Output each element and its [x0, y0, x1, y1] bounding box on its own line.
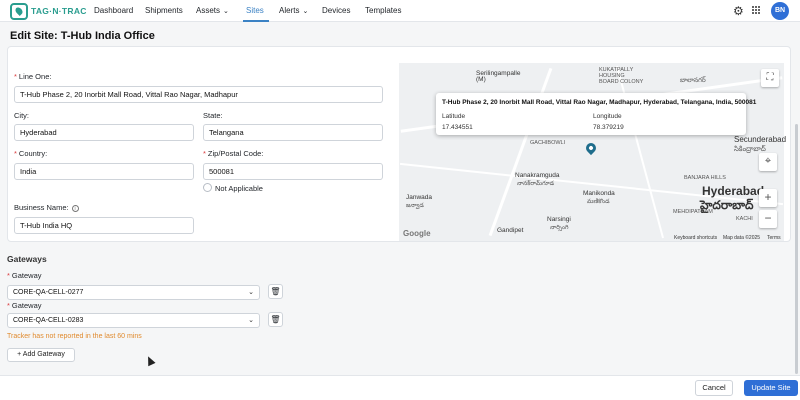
trash-icon: 🗑 [270, 315, 281, 324]
map-label-gandipet: Gandipet [497, 227, 524, 234]
zip-input[interactable]: 500081 [203, 163, 383, 180]
delete-gateway-button[interactable]: 🗑 [268, 284, 283, 299]
mouse-cursor [144, 354, 156, 367]
state-input[interactable]: Telangana [203, 124, 383, 141]
line-one-input[interactable]: T-Hub Phase 2, 20 Inorbit Mall Road, Vit… [14, 86, 383, 103]
map-location-popup: T-Hub Phase 2, 20 Inorbit Mall Road, Vit… [436, 93, 756, 135]
map-label-mehdipatnam: MEHDIPATNAM [673, 209, 713, 215]
map-keyboard-shortcuts[interactable]: Keyboard shortcuts [674, 235, 717, 241]
state-label: State: [203, 111, 223, 120]
gateway-label: * Gateway [7, 271, 42, 280]
fullscreen-icon[interactable]: ⛶ [761, 69, 779, 87]
map-terms-link[interactable]: Terms [767, 235, 781, 241]
map-label-hyderabad: Hyderabad [702, 184, 765, 198]
google-logo[interactable]: Google [403, 229, 431, 238]
nav-assets-label: Assets [196, 6, 221, 15]
city-input[interactable]: Hyderabad [14, 124, 194, 141]
map-label-narsingi: Narsingi [547, 216, 571, 223]
chevron-down-icon: ⌄ [302, 8, 309, 15]
business-name-label: Business Name: i [14, 203, 79, 212]
update-site-button[interactable]: Update Site [744, 380, 798, 396]
map-label-gachibowli: GACHIBOWLI [530, 140, 566, 146]
nav-alerts[interactable]: Alerts ⌄ [279, 6, 308, 15]
cancel-button[interactable]: Cancel [695, 380, 733, 396]
gateway-select[interactable]: CORE-QA-CELL-0277 ⌄ [7, 285, 260, 300]
popup-longitude-label: Longitude [593, 113, 622, 120]
add-gateway-button[interactable]: + Add Gateway [7, 348, 75, 362]
nav-devices[interactable]: Devices [322, 6, 350, 15]
chevron-down-icon: ⌄ [223, 8, 229, 15]
gateways-title: Gateways [7, 254, 47, 264]
tagntrac-logo-icon[interactable] [10, 3, 28, 20]
gateway-warning: Tracker has not reported in the last 60 … [7, 333, 142, 340]
popup-latitude-value: 17.434551 [442, 124, 473, 131]
map-label-nanakramguda-te: నానక్‌రామ్‌గూడ [517, 181, 555, 187]
country-input[interactable]: India [14, 163, 194, 180]
delete-gateway-button[interactable]: 🗑 [268, 312, 283, 327]
gear-icon[interactable]: ⚙ [733, 4, 744, 18]
nav-dashboard[interactable]: Dashboard [94, 6, 133, 15]
form-footer [0, 375, 800, 400]
scrollbar[interactable] [795, 124, 798, 374]
chevron-down-icon: ⌄ [248, 289, 254, 296]
nav-shipments[interactable]: Shipments [145, 6, 183, 15]
nav-alerts-label: Alerts [279, 6, 300, 15]
map-label-banjara: BANJARA HILLS [684, 175, 726, 181]
avatar[interactable]: BN [771, 2, 789, 20]
nav-sites[interactable]: Sites [246, 6, 264, 15]
map-label-janwada-te: జన్వాడ [406, 203, 424, 209]
map-data-credit: Map data ©2025 [723, 235, 761, 241]
map-label-secunderabad: Secunderabad [734, 135, 787, 144]
trash-icon: 🗑 [270, 287, 281, 296]
map-label-manikonda: Manikonda [583, 190, 615, 197]
not-applicable-checkbox[interactable] [203, 183, 212, 192]
map-label-serilingampalle: Serilingampalle (M) [476, 70, 521, 83]
map-label-janwada: Janwada [406, 194, 433, 201]
zoom-out-icon[interactable]: − [759, 210, 777, 228]
gateway-label: * Gateway [7, 301, 42, 310]
map-label-nanakramguda: Nanakramguda [515, 172, 560, 179]
nav-templates[interactable]: Templates [365, 6, 401, 15]
zip-label: * Zip/Postal Code: [203, 149, 264, 158]
map-label-balanagar: బాలానగర్ [680, 77, 706, 84]
nav-assets[interactable]: Assets ⌄ [196, 6, 229, 15]
zoom-in-icon[interactable]: + [759, 189, 777, 207]
not-applicable-label: Not Applicable [215, 184, 263, 193]
popup-longitude-value: 78.379219 [593, 124, 624, 131]
map-label-narsingi-te: నార్సింగి [550, 225, 569, 231]
info-icon[interactable]: i [71, 204, 79, 212]
locate-icon[interactable]: ⌖ [759, 153, 777, 171]
map-label-kachi: KACHI [736, 216, 753, 222]
active-tab-indicator [243, 20, 269, 22]
chevron-down-icon: ⌄ [248, 317, 254, 324]
logo-text[interactable]: TAG·N·TRAC [31, 6, 87, 16]
apps-grid-icon[interactable] [752, 6, 761, 15]
business-name-input[interactable]: T-Hub India HQ [14, 217, 194, 234]
map-label-manikonda-te: మణికొండ [587, 199, 610, 205]
country-label: * Country: [14, 149, 48, 158]
line-one-label: * Line One: [14, 72, 52, 81]
page-title: Edit Site: T-Hub India Office [10, 30, 155, 42]
popup-address: T-Hub Phase 2, 20 Inorbit Mall Road, Vit… [442, 99, 757, 106]
popup-latitude-label: Latitude [442, 113, 466, 120]
city-label: City: [14, 111, 29, 120]
map-label-kukatpally: KUKATPALLY HOUSING BOARD COLONY [599, 67, 644, 85]
gateway-select[interactable]: CORE-QA-CELL-0283 ⌄ [7, 313, 260, 328]
